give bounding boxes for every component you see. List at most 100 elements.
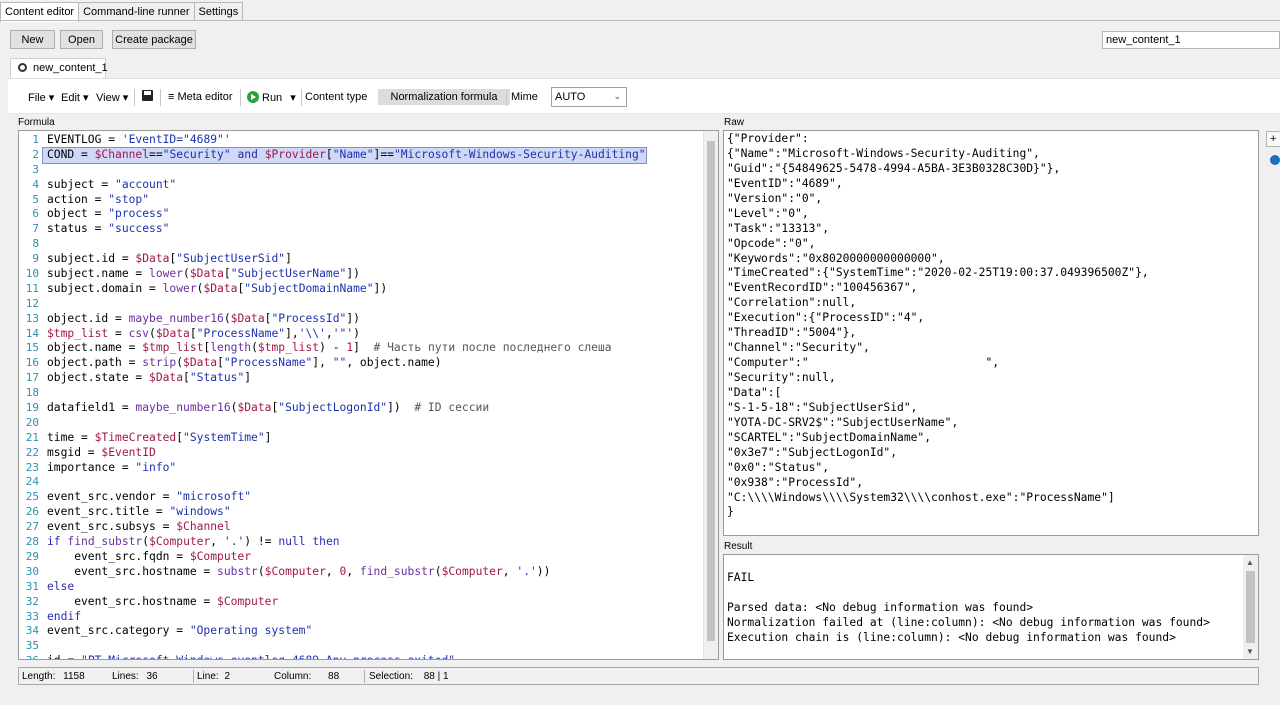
status-separator	[193, 670, 194, 683]
code-line[interactable]: 6 object = "process"	[19, 207, 705, 222]
result-lines: FAIL Parsed data: <No debug information w…	[727, 571, 1255, 646]
code-line[interactable]: 27 event_src.subsys = $Channel	[19, 520, 705, 535]
package-name-field[interactable]: new_content_1	[1102, 31, 1280, 49]
code-line[interactable]: 8	[19, 237, 705, 252]
code-line[interactable]: 14 $tmp_list = csv($Data["ProcessName"],'…	[19, 327, 705, 342]
code-text: event_src.title = "windows"	[47, 505, 231, 519]
code-text: event_src.subsys = $Channel	[47, 520, 231, 534]
code-line[interactable]: 18	[19, 386, 705, 401]
code-line[interactable]: 26 event_src.title = "windows"	[19, 505, 705, 520]
result-line: Parsed data: <No debug information was f…	[727, 600, 1034, 614]
line-number: 21	[25, 430, 39, 444]
line-number: 9	[32, 252, 39, 266]
code-text: status = "success"	[47, 222, 170, 236]
code-line[interactable]: 23 importance = "info"	[19, 461, 705, 476]
line-number: 31	[25, 579, 39, 593]
status-separator	[364, 670, 365, 683]
mime-label: Mime	[511, 91, 538, 103]
open-button[interactable]: Open	[60, 30, 103, 49]
close-circle-icon[interactable]	[18, 63, 27, 72]
tab-command-line-runner[interactable]: Command-line runner	[78, 2, 195, 21]
toolbar-separator	[301, 89, 302, 106]
mime-select[interactable]: AUTO ⌄	[551, 87, 627, 107]
code-line[interactable]: 17 object.state = $Data["Status"]	[19, 371, 705, 386]
status-line: Line: 2	[197, 671, 231, 682]
formula-editor[interactable]: 1 EVENTLOG = 'EventID="4689"' 2 COND = $Cha…	[18, 130, 719, 660]
code-line[interactable]: 7 status = "success"	[19, 222, 705, 237]
scroll-up-icon[interactable]: ▲	[1246, 558, 1254, 567]
view-menu[interactable]: View ▾	[96, 91, 128, 104]
code-line[interactable]: 10 subject.name = lower($Data["SubjectUse…	[19, 267, 705, 282]
line-number: 26	[25, 505, 39, 519]
raw-panel[interactable]: {"Provider": {"Name":"Microsoft-Windows-S…	[723, 130, 1259, 536]
code-line[interactable]: 19 datafield1 = maybe_number16($Data["Sub…	[19, 401, 705, 416]
line-number: 36	[19, 654, 43, 659]
code-line[interactable]: 11 subject.domain = lower($Data["SubjectD…	[19, 282, 705, 297]
status-selection: Selection: 88 | 1	[369, 671, 449, 682]
code-text: subject.id = $Data["SubjectUserSid"]	[47, 252, 292, 266]
code-text: time = $TimeCreated["SystemTime"]	[47, 430, 272, 444]
raw-line: {"Provider":	[727, 132, 809, 145]
content-type-value[interactable]: Normalization formula	[378, 89, 510, 105]
code-line[interactable]: 36id = "PT_Microsoft_Windows_eventlog_46…	[19, 654, 705, 659]
scroll-thumb[interactable]	[1246, 571, 1255, 643]
scroll-down-icon[interactable]: ▼	[1246, 647, 1254, 656]
code-line[interactable]: 3	[19, 163, 705, 178]
formula-scrollbar[interactable]	[703, 131, 718, 659]
edit-menu[interactable]: Edit ▾	[61, 91, 89, 104]
code-line[interactable]: 1 EVENTLOG = 'EventID="4689"'	[19, 133, 705, 148]
code-line[interactable]: 22 msgid = $EventID	[19, 446, 705, 461]
code-line[interactable]: 29 event_src.fqdn = $Computer	[19, 550, 705, 565]
raw-line: "Execution":{"ProcessID":"4",	[727, 311, 925, 325]
add-panel-button[interactable]: +	[1266, 131, 1280, 147]
line-number: 30	[25, 564, 39, 578]
tab-content-editor[interactable]: Content editor	[0, 2, 80, 22]
code-line[interactable]: 25 event_src.vendor = "microsoft"	[19, 490, 705, 505]
create-package-button[interactable]: Create package	[112, 30, 196, 49]
code-line[interactable]: 2 COND = $Channel=="Security" and $Provid…	[19, 146, 705, 164]
code-line[interactable]: 24	[19, 475, 705, 490]
chevron-down-icon[interactable]: ▾	[290, 92, 296, 104]
code-line[interactable]: 28 if find_substr($Computer, '.') != null…	[19, 535, 705, 550]
result-panel[interactable]: FAIL Parsed data: <No debug information w…	[723, 554, 1259, 660]
code-line[interactable]: 32 event_src.hostname = $Computer	[19, 595, 705, 610]
editor-toolbar: File ▾ Edit ▾ View ▾ ≡ Meta editor Run ▾…	[8, 78, 1280, 114]
scroll-thumb[interactable]	[707, 141, 715, 641]
document-tab[interactable]: new_content_1	[10, 58, 108, 78]
code-line[interactable]: 21 time = $TimeCreated["SystemTime"]	[19, 431, 705, 446]
code-line[interactable]: 16 object.path = strip($Data["ProcessName…	[19, 356, 705, 371]
file-menu[interactable]: File ▾	[28, 91, 54, 104]
save-button[interactable]	[142, 90, 153, 104]
new-button[interactable]: New	[10, 30, 55, 49]
meta-editor-button[interactable]: ≡ Meta editor	[168, 91, 233, 103]
code-line[interactable]: 15 object.name = $tmp_list[length($tmp_li…	[19, 341, 705, 356]
tab-settings[interactable]: Settings	[193, 2, 244, 21]
code-text: event_src.hostname = $Computer	[47, 594, 279, 608]
raw-line: "Computer":" ",	[727, 356, 1000, 370]
raw-line: "YOTA-DC-SRV2$":"SubjectUserName",	[727, 415, 959, 429]
code-line[interactable]: 9 subject.id = $Data["SubjectUserSid"]	[19, 252, 705, 267]
code-text: subject.name = lower($Data["SubjectUserN…	[47, 267, 360, 281]
line-number: 19	[25, 401, 39, 415]
code-line[interactable]: 4 subject = "account"	[19, 178, 705, 193]
code-line[interactable]: 34 event_src.category = "Operating system…	[19, 624, 705, 639]
code-line[interactable]: 5 action = "stop"	[19, 193, 705, 208]
raw-line: "Opcode":"0",	[727, 236, 816, 250]
result-scrollbar[interactable]: ▲ ▼	[1243, 555, 1258, 659]
info-dot-icon[interactable]	[1270, 155, 1280, 165]
code-line[interactable]: 20	[19, 416, 705, 431]
line-number: 28	[25, 535, 39, 549]
run-button[interactable]: Run ▾	[247, 91, 296, 104]
code-text: subject.domain = lower($Data["SubjectDom…	[47, 281, 388, 295]
code-line[interactable]: 35	[19, 639, 705, 654]
code-text: event_src.fqdn = $Computer	[47, 549, 252, 563]
code-line[interactable]: 12	[19, 297, 705, 312]
code-line[interactable]: 33 endif	[19, 610, 705, 625]
code-line[interactable]: 13 object.id = maybe_number16($Data["Proc…	[19, 312, 705, 327]
result-line: Execution chain is (line:column): <No de…	[727, 630, 1176, 644]
code-line[interactable]: 31 else	[19, 580, 705, 595]
code-line[interactable]: 30 event_src.hostname = substr($Computer…	[19, 565, 705, 580]
line-number: 16	[25, 356, 39, 370]
